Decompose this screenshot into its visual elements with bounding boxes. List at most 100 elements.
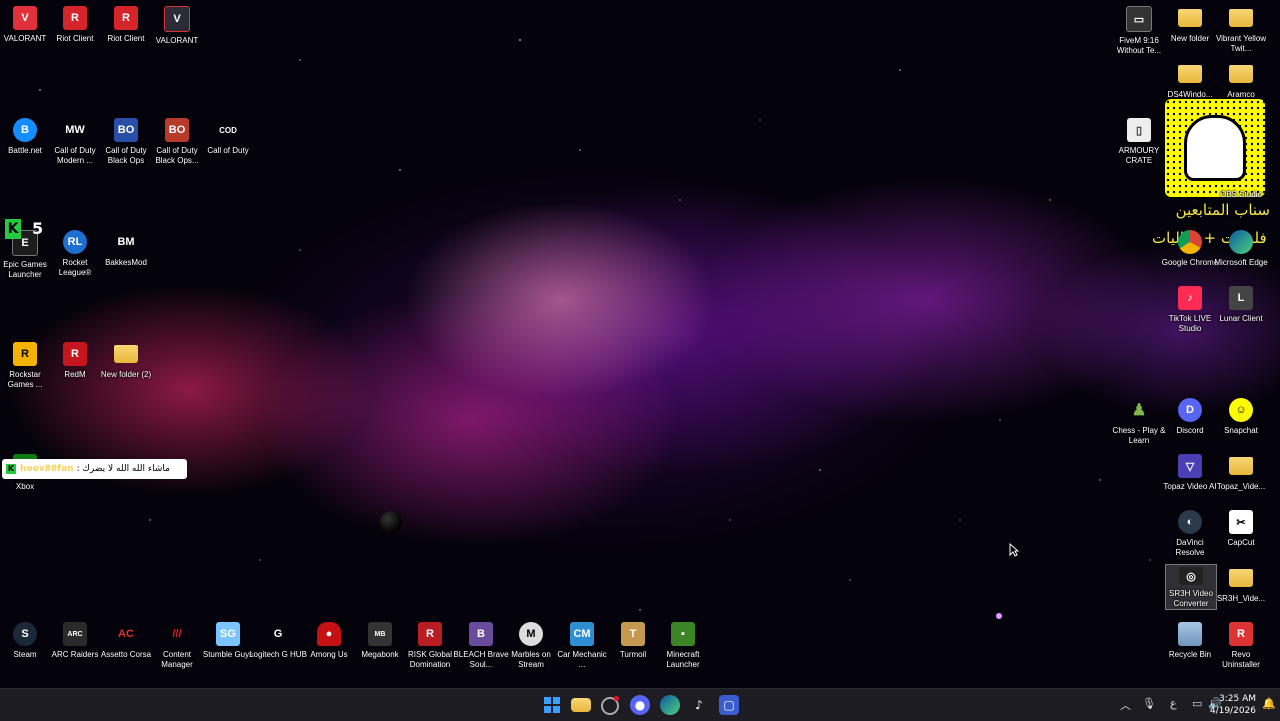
- desktop-icon-among-us[interactable]: ● Among Us: [304, 622, 354, 660]
- dark-planet: [380, 511, 402, 533]
- desktop-icon-armoury-crate[interactable]: ▯ ARMOURY CRATE: [1114, 118, 1164, 166]
- desktop-icon-logitech[interactable]: G Logitech G HUB: [249, 622, 307, 660]
- taskbar-clock[interactable]: 3:25 AM 4/19/2026: [1210, 693, 1256, 717]
- desktop-icon-revo[interactable]: R Revo Uninstaller: [1216, 622, 1266, 670]
- desktop-icon-megabonk[interactable]: MB Megabonk: [355, 622, 405, 660]
- desktop-icon-car-mechanic[interactable]: CM Car Mechanic ...: [557, 622, 607, 670]
- language-indicator[interactable]: ع: [1170, 697, 1177, 710]
- chrome-icon: [1178, 230, 1202, 254]
- desktop-icon-new-folder-2[interactable]: New folder (2): [101, 342, 151, 380]
- desktop-icon-lunar-client[interactable]: L Lunar Client: [1216, 286, 1266, 324]
- desktop-icon-rocket-league[interactable]: RL Rocket League®: [50, 230, 100, 278]
- desktop-icon-cod-black-ops[interactable]: BO Call of Duty Black Ops: [101, 118, 151, 166]
- desktop-icon-tiktok-live[interactable]: ♪ TikTok LIVE Studio: [1165, 286, 1215, 334]
- desktop-icon-cod-black-ops-2[interactable]: BO Call of Duty Black Ops...: [152, 118, 202, 166]
- discord-taskbar-icon[interactable]: ●: [630, 695, 650, 715]
- desktop-icon-sr3h-converter[interactable]: ◎ SR3H Video Converter: [1165, 564, 1217, 610]
- kick-icon: K: [6, 464, 16, 474]
- desktop-icon-sr3h-folder[interactable]: SR3H_Vide...: [1216, 566, 1266, 604]
- desktop-icon-davinci[interactable]: ◐ DaVinci Resolve: [1165, 510, 1215, 558]
- galaxy-starfield: [39, 39, 1151, 619]
- desktop-icon-ds4windows[interactable]: DS4Windo...: [1165, 62, 1215, 100]
- desktop-icon-cod-modern[interactable]: MW Call of Duty Modern ...: [50, 118, 100, 166]
- desktop-icon-chrome[interactable]: Google Chrome: [1162, 230, 1218, 268]
- revo-uninstaller-icon: R: [1229, 622, 1253, 646]
- desktop-icon-riot-client-2[interactable]: R Riot Client: [101, 6, 151, 44]
- desktop-icon-fivem[interactable]: ▭ FiveM 9:16 Without Te...: [1114, 6, 1164, 56]
- folder-icon: [114, 345, 138, 363]
- turmoil-icon: T: [621, 622, 645, 646]
- epic-badge: 5: [32, 219, 44, 238]
- desktop-icon-turmoil[interactable]: T Turmoil: [608, 622, 658, 660]
- desktop-icon-vibrant-yellow[interactable]: Vibrant Yellow Twit...: [1216, 6, 1266, 54]
- rockstar-icon: R: [13, 342, 37, 366]
- desktop-icon-edge[interactable]: Microsoft Edge: [1214, 230, 1268, 268]
- desktop-icon-risk[interactable]: R RISK Global Domination: [405, 622, 455, 670]
- redm-icon: R: [63, 342, 87, 366]
- desktop-icon-valorant[interactable]: V VALORANT: [0, 6, 50, 44]
- minecraft-icon: ▪: [671, 622, 695, 646]
- start-windows-icon[interactable]: [542, 695, 562, 715]
- riot-client-icon: R: [114, 6, 138, 30]
- desktop-icon-marbles[interactable]: M Marbles on Stream: [506, 622, 556, 670]
- risk-icon: R: [418, 622, 442, 646]
- file-icon: ▯: [1127, 118, 1151, 142]
- desktop-icon-battlenet[interactable]: B Battle.net: [0, 118, 50, 156]
- desktop-icon-rockstar[interactable]: R Rockstar Games ...: [0, 342, 50, 390]
- folder-icon: [1178, 9, 1202, 27]
- folder-icon: [1229, 65, 1253, 83]
- notification-bell-icon[interactable]: 🔔: [1262, 697, 1276, 710]
- file-explorer-icon[interactable]: [571, 698, 591, 712]
- video-file-icon: ▭: [1126, 6, 1152, 32]
- desktop-icon-snapchat[interactable]: ☺ Snapchat: [1216, 398, 1266, 436]
- bleach-icon: B: [469, 622, 493, 646]
- desktop-icon-capcut[interactable]: ✂ CapCut: [1216, 510, 1266, 548]
- bakkesmod-icon: BM: [117, 236, 135, 248]
- assetto-corsa-icon: AC: [118, 628, 134, 640]
- network-icon[interactable]: ▭: [1192, 697, 1202, 710]
- snapchat-icon: ☺: [1229, 398, 1253, 422]
- kick-overlay-icon: K: [5, 219, 21, 239]
- tray-chevron-up-icon[interactable]: ︿: [1120, 697, 1131, 713]
- desktop-icon-valorant-2[interactable]: V VALORANT: [152, 6, 202, 46]
- mouse-cursor-icon: [1009, 543, 1019, 557]
- desktop-icon-bleach[interactable]: B BLEACH Brave Soul...: [453, 622, 509, 670]
- battlenet-icon: B: [13, 118, 37, 142]
- cod-black-ops-icon: BO: [114, 118, 138, 142]
- car-mechanic-icon: CM: [570, 622, 594, 646]
- desktop-icon-topaz[interactable]: ▽ Topaz Video AI: [1163, 454, 1217, 492]
- desktop-icon-assetto-corsa[interactable]: AC Assetto Corsa: [101, 622, 151, 660]
- desktop-icon-redm[interactable]: R RedM: [50, 342, 100, 380]
- folder-icon: [1229, 569, 1253, 587]
- app-taskbar-icon[interactable]: ▢: [719, 695, 739, 715]
- chess-icon: ♟: [1131, 402, 1147, 419]
- content-manager-icon: ///: [172, 628, 182, 640]
- desktop-icon-bakkesmod[interactable]: BM BakkesMod: [101, 230, 151, 268]
- clock-time: 3:25 AM: [1219, 694, 1256, 704]
- desktop-icon-arc-raiders[interactable]: ARC ARC Raiders: [50, 622, 100, 660]
- topaz-icon: ▽: [1178, 454, 1202, 478]
- cod-black-ops-icon: BO: [165, 118, 189, 142]
- desktop-icon-topaz-folder[interactable]: Topaz_Vide...: [1216, 454, 1266, 492]
- desktop-icon-minecraft[interactable]: ▪ Minecraft Launcher: [658, 622, 708, 670]
- rocket-league-icon: RL: [63, 230, 87, 254]
- chat-text: : ماشاء الله الله لا يضرك: [76, 464, 170, 474]
- desktop-icon-stumble-guys[interactable]: SG Stumble Guys: [203, 622, 253, 660]
- riot-client-icon: R: [63, 6, 87, 30]
- desktop-icon-obs[interactable]: OBS Studio: [1216, 190, 1266, 200]
- desktop-icon-new-folder[interactable]: New folder: [1165, 6, 1215, 44]
- desktop-icon-steam[interactable]: S Steam: [0, 622, 50, 660]
- microphone-icon[interactable]: 🎙: [1142, 697, 1156, 710]
- sr3h-icon: ◎: [1179, 567, 1203, 585]
- desktop-icon-content-manager[interactable]: /// Content Manager: [152, 622, 202, 670]
- desktop-icon-discord[interactable]: D Discord: [1165, 398, 1215, 436]
- desktop-icon-recycle-bin[interactable]: Recycle Bin: [1165, 622, 1215, 660]
- desktop-icon-cod[interactable]: COD Call of Duty: [203, 118, 253, 156]
- tiktok-taskbar-icon[interactable]: ♪: [689, 695, 709, 715]
- edge-taskbar-icon[interactable]: [660, 695, 680, 715]
- desktop-icon-aramco[interactable]: Aramco: [1216, 62, 1266, 100]
- desktop-icon-riot-client[interactable]: R Riot Client: [50, 6, 100, 44]
- lunar-client-icon: L: [1229, 286, 1253, 310]
- cod-icon: COD: [219, 125, 237, 135]
- desktop-icon-chess[interactable]: ♟ Chess - Play & Learn: [1113, 398, 1166, 446]
